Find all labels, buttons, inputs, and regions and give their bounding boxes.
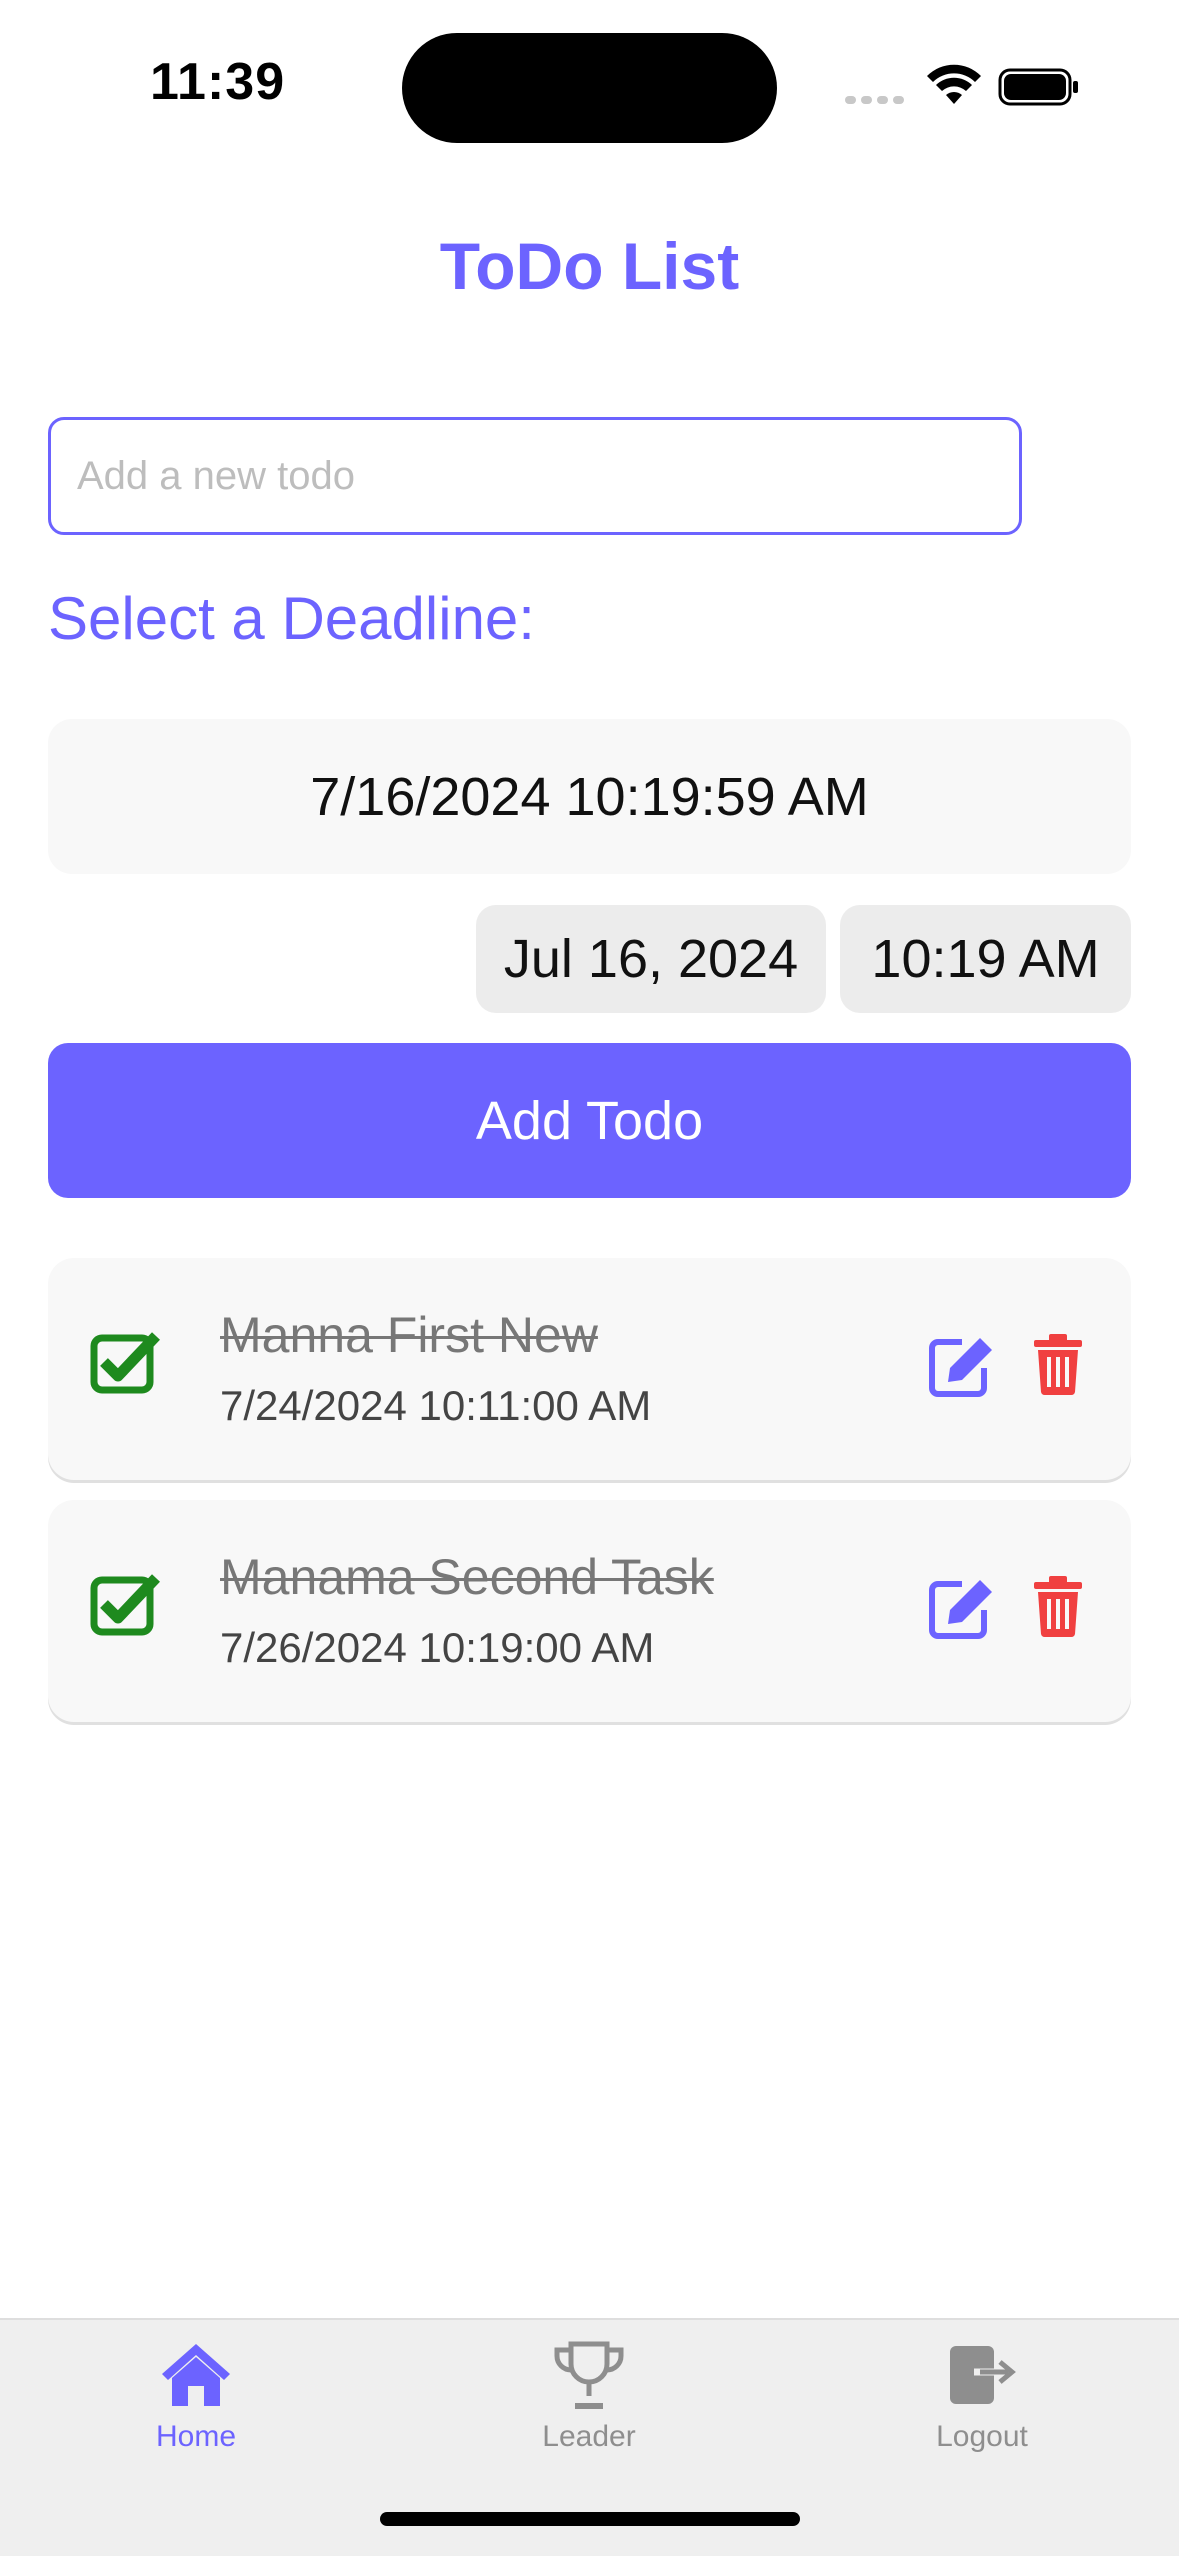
cellular-signal-icon	[845, 96, 904, 104]
trophy-icon	[554, 2341, 624, 2409]
home-icon	[162, 2344, 230, 2406]
todo-deadline: 7/24/2024 10:11:00 AM	[220, 1382, 652, 1429]
logout-icon	[950, 2346, 1016, 2404]
deadline-display: 7/16/2024 10:19:59 AM	[48, 719, 1131, 874]
battery-icon	[998, 68, 1078, 106]
tab-home[interactable]: Home	[96, 2340, 296, 2480]
trash-icon[interactable]	[1032, 1574, 1084, 1638]
date-picker[interactable]: Jul 16, 2024	[476, 905, 826, 1013]
new-todo-input[interactable]	[48, 417, 1022, 535]
add-todo-button[interactable]: Add Todo	[48, 1043, 1131, 1198]
trash-icon[interactable]	[1032, 1332, 1084, 1396]
page-title: ToDo List	[439, 229, 740, 303]
todo-deadline: 7/26/2024 10:19:00 AM	[220, 1624, 655, 1671]
todo-title: Manna First New	[220, 1307, 598, 1363]
tab-logout[interactable]: Logout	[882, 2340, 1082, 2480]
tab-leader-label: Leader	[542, 2420, 636, 2453]
todo-item: Manna First New 7/24/2024 10:11:00 AM	[48, 1258, 1131, 1480]
status-time: 11:39	[150, 53, 286, 111]
deadline-label: Select a Deadline:	[48, 585, 535, 652]
checkbox-checked-icon[interactable]	[90, 1330, 162, 1394]
home-indicator	[380, 2512, 800, 2526]
dynamic-island	[402, 33, 777, 143]
edit-icon[interactable]	[926, 1576, 998, 1640]
tab-logout-label: Logout	[936, 2420, 1028, 2453]
todo-title: Manama Second Task	[220, 1549, 714, 1605]
todo-item: Manama Second Task 7/26/2024 10:19:00 AM	[48, 1500, 1131, 1722]
edit-icon[interactable]	[926, 1334, 998, 1398]
time-picker[interactable]: 10:19 AM	[840, 905, 1131, 1013]
tab-leader[interactable]: Leader	[489, 2340, 689, 2480]
wifi-icon	[927, 64, 981, 104]
checkbox-checked-icon[interactable]	[90, 1572, 162, 1636]
tab-home-label: Home	[155, 2420, 237, 2453]
status-bar: 11:39	[0, 0, 1179, 170]
